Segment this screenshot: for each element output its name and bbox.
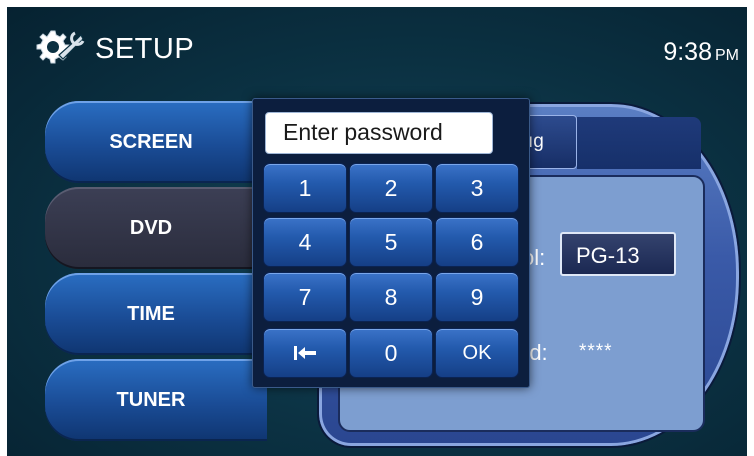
sidebar-item-screen[interactable]: SCREEN <box>45 101 267 183</box>
clock-time: 9:38 <box>663 38 712 66</box>
key-2[interactable]: 2 <box>349 163 433 213</box>
key-8[interactable]: 8 <box>349 272 433 322</box>
sidebar-item-dvd[interactable]: DVD <box>45 187 267 269</box>
clock-ampm: PM <box>715 47 739 64</box>
key-0[interactable]: 0 <box>349 328 433 378</box>
ok-button[interactable]: OK <box>435 328 519 378</box>
sidebar-item-label: TUNER <box>116 388 186 411</box>
sidebar-item-label: SCREEN <box>109 130 193 153</box>
password-input[interactable]: Enter password <box>265 112 493 154</box>
key-7[interactable]: 7 <box>263 272 347 322</box>
tab-strip <box>577 117 701 169</box>
backspace-arrow-icon <box>294 346 316 360</box>
key-6[interactable]: 6 <box>435 217 519 267</box>
sidebar-item-time[interactable]: TIME <box>45 273 267 355</box>
password-keypad: Enter password 1 2 3 4 5 6 7 8 9 0 OK <box>252 98 530 388</box>
rating-select[interactable]: PG-13 <box>560 232 676 276</box>
page-title: SETUP <box>95 33 195 65</box>
sidebar-item-label: DVD <box>129 216 173 239</box>
key-5[interactable]: 5 <box>349 217 433 267</box>
gear-wrench-icon <box>36 30 85 64</box>
sidebar-item-tuner[interactable]: TUNER <box>45 359 267 441</box>
clock: 9:38 PM <box>663 38 739 67</box>
key-4[interactable]: 4 <box>263 217 347 267</box>
password-value[interactable]: **** <box>579 341 613 363</box>
sidebar-item-label: TIME <box>127 302 175 325</box>
backspace-button[interactable] <box>263 328 347 378</box>
setup-screen: SETUP 9:38 PM ıg ol: PG-13 rd: **** SCREE… <box>7 7 747 456</box>
header: SETUP 9:38 PM <box>7 7 747 87</box>
key-9[interactable]: 9 <box>435 272 519 322</box>
key-3[interactable]: 3 <box>435 163 519 213</box>
key-1[interactable]: 1 <box>263 163 347 213</box>
